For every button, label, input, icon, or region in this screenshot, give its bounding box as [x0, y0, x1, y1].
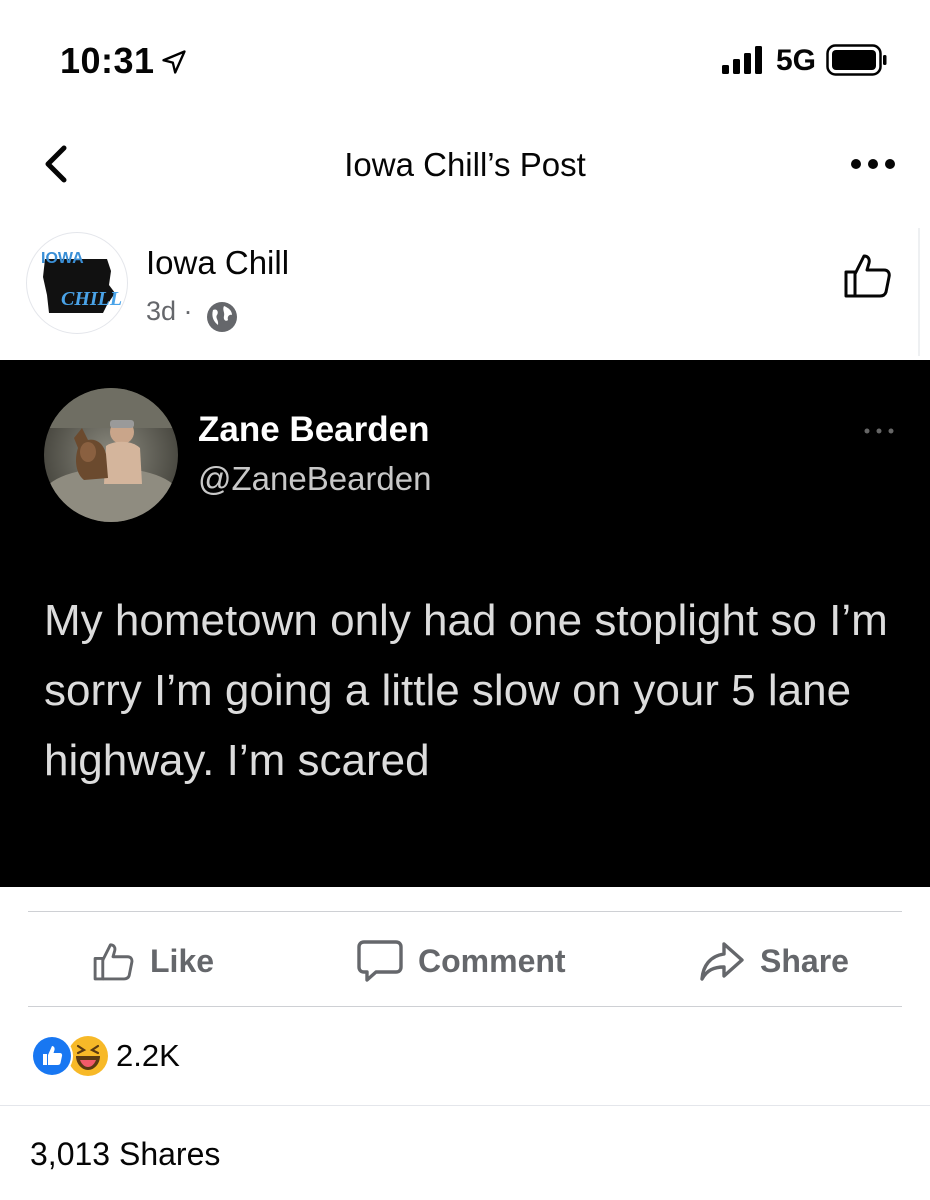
- network-type: 5G: [776, 44, 817, 77]
- share-label: Share: [760, 942, 849, 979]
- page-name[interactable]: Iowa Chill: [146, 244, 289, 282]
- comment-button[interactable]: Comment: [356, 935, 566, 987]
- post-time: 3d ·: [146, 296, 193, 326]
- signal-bars-icon: [722, 46, 762, 74]
- tweet-avatar: [44, 388, 178, 522]
- content-divider: [918, 228, 920, 356]
- status-time: 10:31: [60, 40, 155, 81]
- tweet-display-name: Zane Bearden: [198, 410, 430, 449]
- tweet-text: My hometown only had one stoplight so I’…: [44, 596, 888, 785]
- comment-icon: [357, 940, 403, 982]
- thumbs-up-icon[interactable]: [840, 248, 894, 302]
- share-icon: [700, 942, 744, 981]
- battery-icon: [826, 44, 887, 76]
- like-button[interactable]: Like: [90, 935, 214, 987]
- divider-top: [28, 911, 902, 912]
- logo-text-chill: CHILL: [61, 288, 122, 310]
- like-label: Like: [150, 942, 215, 979]
- like-icon: [93, 943, 134, 981]
- iowa-chill-logo: IOWA CHILL: [41, 250, 122, 313]
- logo-text-iowa: IOWA: [41, 250, 84, 267]
- tweet-handle: @ZaneBearden: [198, 460, 432, 497]
- comment-label: Comment: [418, 942, 566, 979]
- page-title: Iowa Chill’s Post: [344, 146, 586, 183]
- share-button[interactable]: Share: [698, 935, 849, 987]
- tweet-more-icon: [864, 428, 894, 434]
- shares-count[interactable]: 3,013 Shares: [30, 1136, 220, 1173]
- reaction-icons[interactable]: [30, 1034, 110, 1078]
- reaction-count[interactable]: 2.2K: [116, 1038, 180, 1074]
- more-dots-icon[interactable]: [846, 148, 900, 180]
- location-arrow-icon: [162, 50, 186, 74]
- divider-bottom: [0, 1105, 930, 1106]
- divider-middle: [28, 1006, 902, 1007]
- page-avatar[interactable]: IOWA CHILL: [26, 232, 128, 334]
- globe-icon: [207, 302, 237, 332]
